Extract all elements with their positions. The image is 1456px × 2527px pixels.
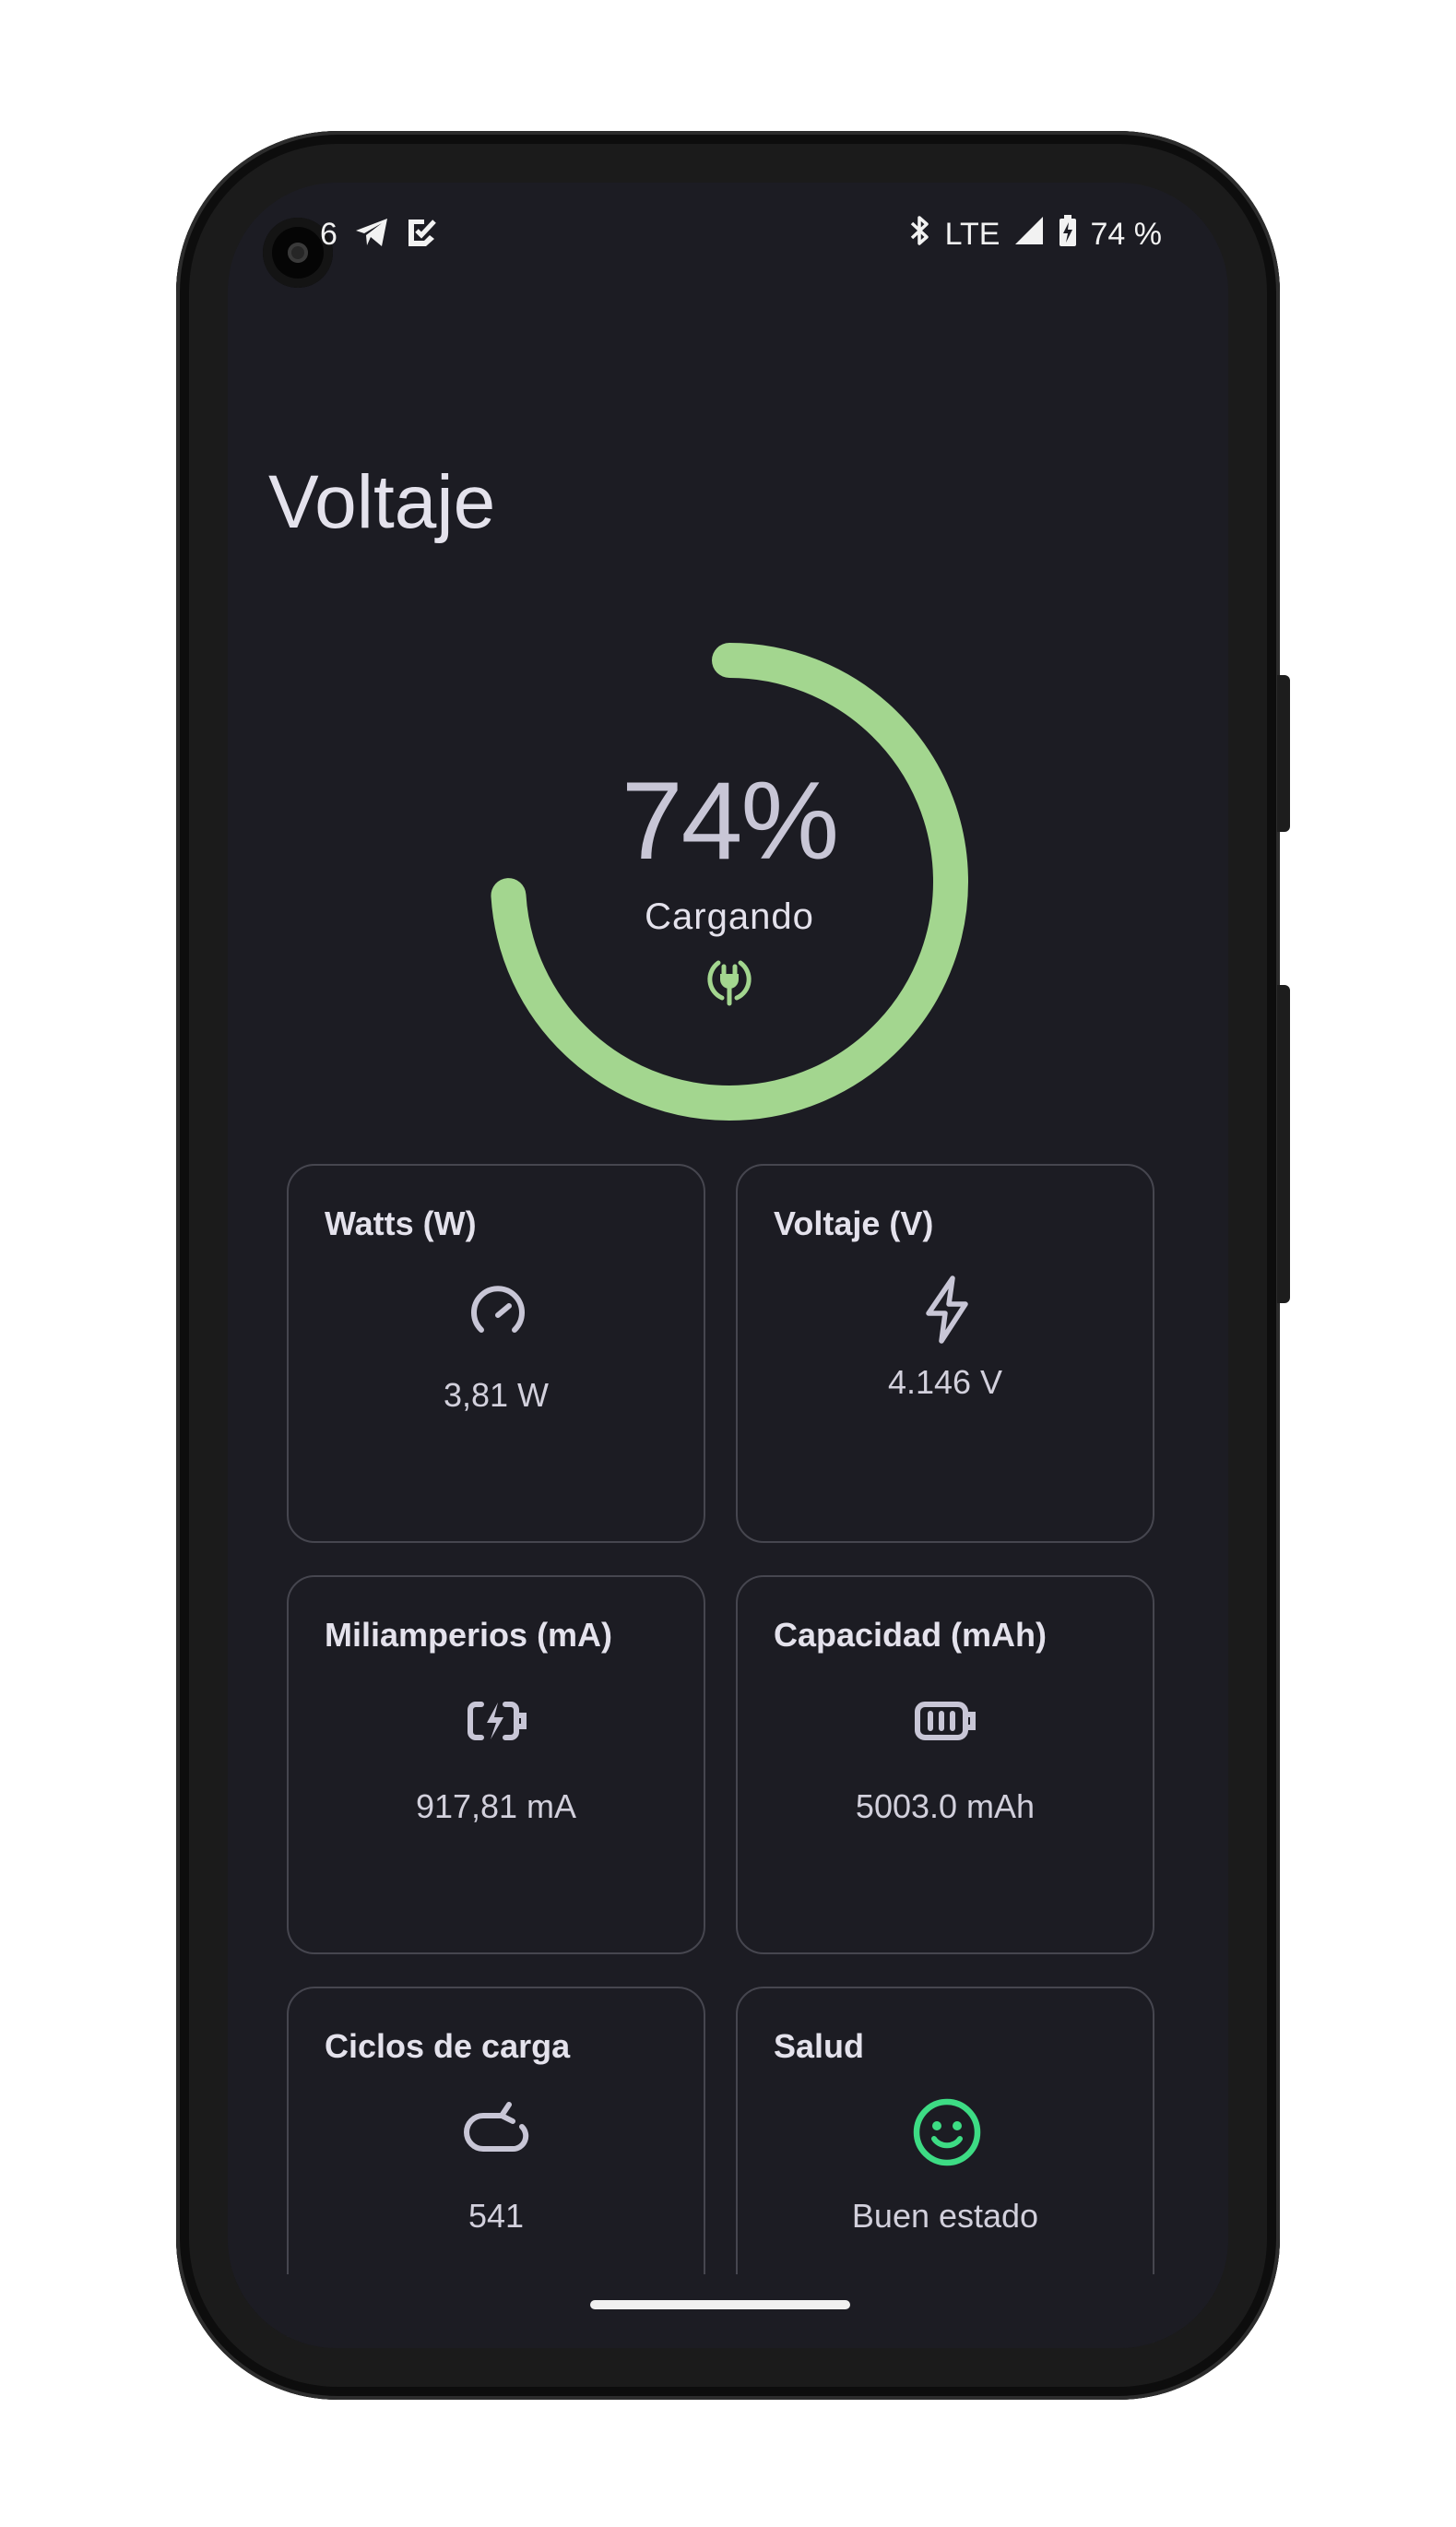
volume-button-hardware — [1277, 985, 1290, 1303]
plug-charging-icon — [702, 952, 757, 1007]
page-title: Voltaje — [268, 460, 496, 544]
scroll-bottom-mask — [228, 2274, 1228, 2348]
battery-bolt-icon — [461, 1684, 535, 1758]
voltage-card-title: Voltaje (V) — [774, 1204, 934, 1242]
voltage-card[interactable]: Voltaje (V) 4.146 V — [736, 1164, 1154, 1543]
health-card-title: Salud — [774, 2027, 865, 2065]
signal-icon — [1013, 215, 1045, 255]
status-bar-left: 6 — [320, 216, 437, 253]
cycles-card-title: Ciclos de carga — [325, 2027, 571, 2065]
charging-status: Cargando — [645, 896, 814, 937]
battery-level-ring: 74% Cargando — [480, 633, 978, 1131]
battery-charging-icon — [1058, 214, 1078, 255]
current-card-title: Miliamperios (mA) — [325, 1616, 613, 1654]
battery-full-icon — [910, 1684, 984, 1758]
gesture-navigation-bar[interactable] — [590, 2300, 850, 2309]
smiley-face-icon — [910, 2095, 984, 2169]
current-value: 917,81 mA — [415, 1787, 577, 1825]
checkbox-app-icon — [406, 217, 437, 253]
telegram-icon — [354, 217, 389, 253]
watts-card[interactable]: Watts (W) 3,81 W — [287, 1164, 705, 1543]
cycle-arrow-icon — [461, 2095, 535, 2169]
network-type-label: LTE — [944, 216, 1000, 252]
app-screen: 6 LTE 74 % Voltaje 74% Cargando Watts (W… — [228, 183, 1228, 2348]
battery-percent-label: 74 % — [1090, 216, 1163, 252]
voltage-value: 4.146 V — [887, 1363, 1003, 1401]
cycles-value: 541 — [468, 2197, 525, 2235]
speedometer-icon — [461, 1273, 535, 1347]
watts-card-title: Watts (W) — [325, 1204, 477, 1242]
power-button-hardware — [1277, 675, 1290, 832]
bolt-icon — [910, 1273, 984, 1347]
status-time: 6 — [320, 216, 337, 252]
capacity-value: 5003.0 mAh — [855, 1787, 1036, 1825]
status-bar-right: LTE 74 % — [908, 214, 1163, 255]
battery-percent: 74% — [621, 759, 839, 883]
health-value: Buen estado — [851, 2197, 1039, 2235]
current-card[interactable]: Miliamperios (mA) 917,81 mA — [287, 1575, 705, 1954]
capacity-card-title: Capacidad (mAh) — [774, 1616, 1048, 1654]
watts-value: 3,81 W — [443, 1376, 550, 1414]
capacity-card[interactable]: Capacidad (mAh) 5003.0 mAh — [736, 1575, 1154, 1954]
bluetooth-icon — [908, 214, 932, 255]
